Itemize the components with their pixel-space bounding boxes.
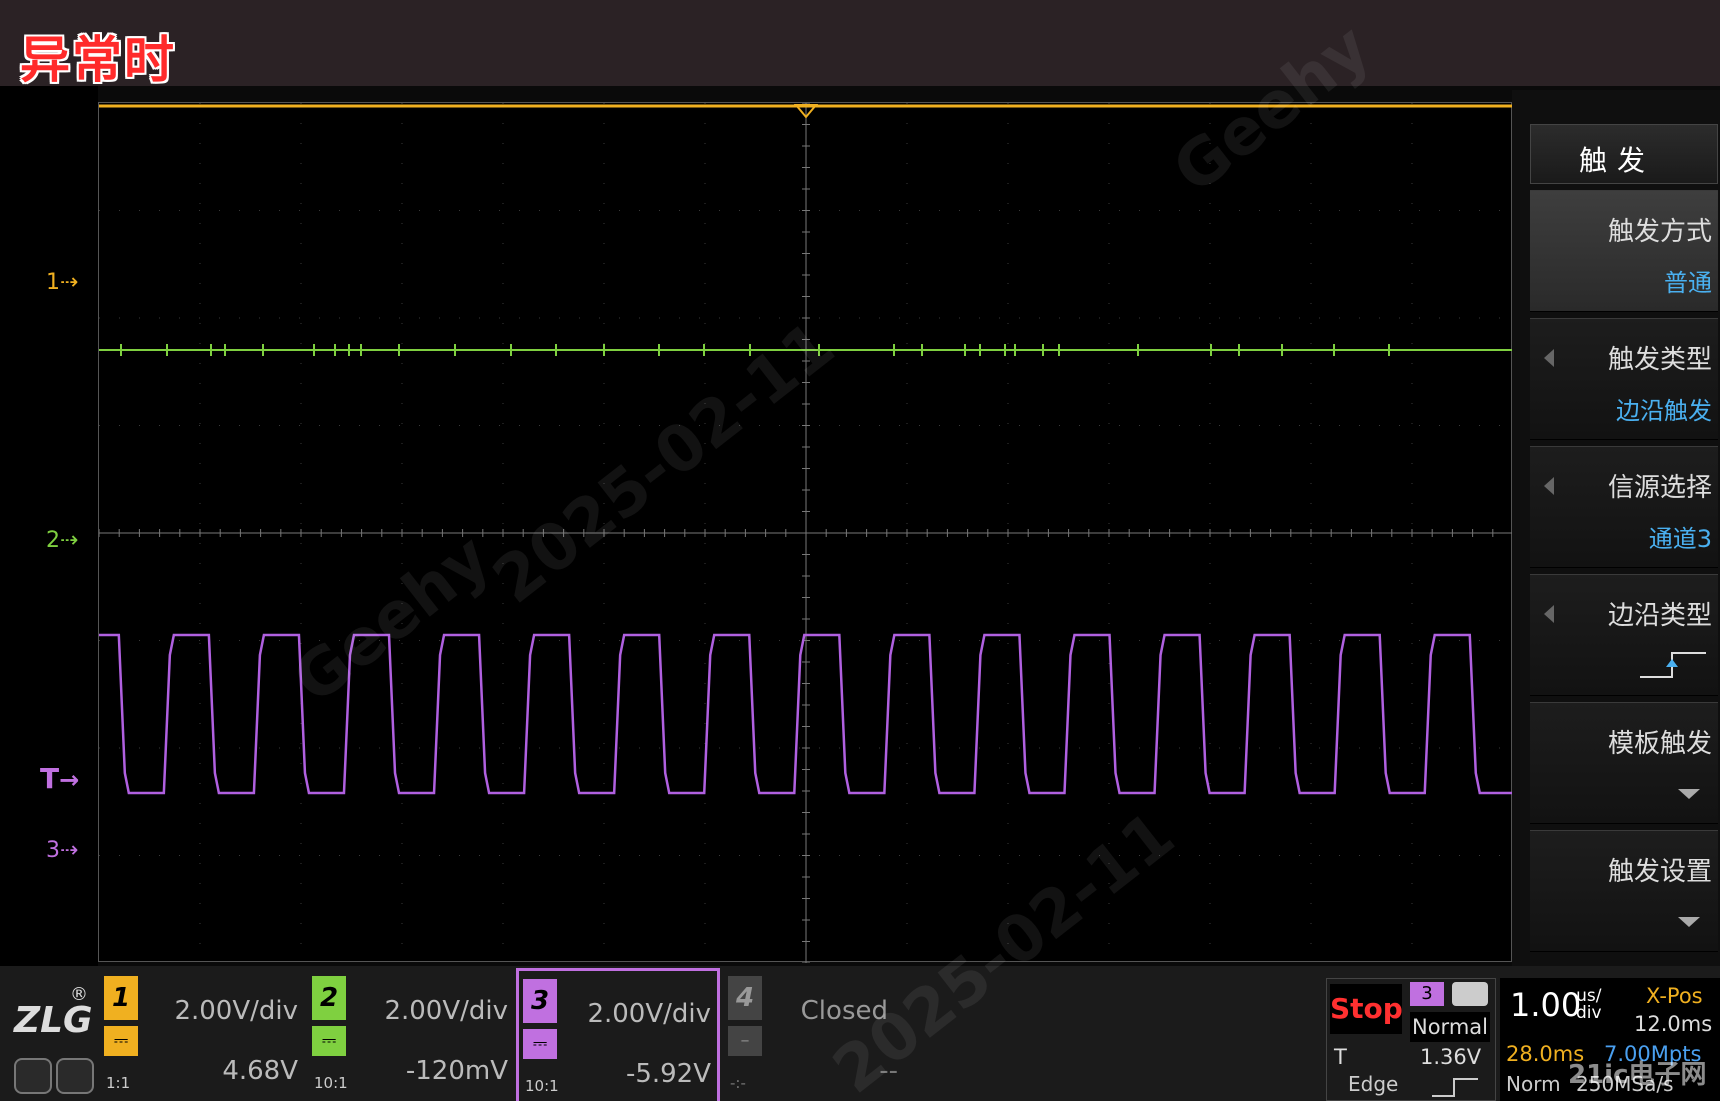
trigger-level-label: T: [1334, 1045, 1347, 1069]
rising-edge-icon: [1432, 1078, 1478, 1097]
channel-4-settings[interactable]: 4 – -:- Closed --: [724, 968, 928, 1101]
zlg-logo: ZLG: [14, 1000, 93, 1041]
arrow-right-icon: ⇢: [60, 270, 79, 295]
dc-coupling-icon: ⎓: [312, 1026, 346, 1056]
channel-2-marker[interactable]: 2⇢: [46, 528, 78, 553]
channel-2-settings[interactable]: 2 ⎓ 10:1 2.00V/div -120mV: [308, 968, 514, 1101]
timebase-unit: us/ div: [1576, 986, 1602, 1023]
channel-1-settings[interactable]: 1 ⎓ 1:1 2.00V/div 4.68V: [100, 968, 304, 1101]
trigger-level-value: 1.36V: [1420, 1045, 1482, 1069]
menu-item-source-select[interactable]: 信源选择 通道3: [1530, 446, 1718, 568]
acquisition-mode: Norm: [1506, 1072, 1561, 1096]
waveform-canvas: [99, 103, 1513, 963]
trigger-type: Edge: [1348, 1072, 1399, 1096]
dc-coupling-icon: ⎓: [523, 1029, 557, 1059]
site-watermark: 21ic电子网: [1568, 1060, 1707, 1090]
chevron-down-icon: [1678, 789, 1700, 799]
top-banner: [0, 0, 1720, 86]
arrow-right-icon: →: [59, 766, 80, 794]
arrow-right-icon: ⇢: [60, 838, 79, 863]
coupling-off-icon: –: [728, 1026, 762, 1056]
xpos-value: 12.0ms: [1634, 1012, 1713, 1036]
registered-mark: ®: [70, 984, 88, 1005]
menu-item-trigger-type[interactable]: 触发类型 边沿触发: [1530, 318, 1718, 440]
xpos-label: X-Pos: [1646, 984, 1703, 1008]
run-stop-button[interactable]: Stop: [1330, 984, 1403, 1034]
menu-item-trigger-settings[interactable]: 触发设置: [1530, 830, 1718, 952]
arrow-right-icon: ⇢: [60, 528, 79, 553]
channel-1-marker[interactable]: 1⇢: [46, 270, 78, 295]
channel-marker-strip: [0, 86, 98, 966]
trigger-mode: Normal: [1410, 1012, 1490, 1042]
trigger-coupling-icon: [1452, 982, 1488, 1006]
dc-coupling-icon: ⎓: [104, 1026, 138, 1056]
timebase-scale: 1.00: [1510, 986, 1582, 1024]
usb-icon[interactable]: [56, 1058, 94, 1094]
chevron-left-icon: [1544, 477, 1554, 495]
channel-3-settings[interactable]: 3 ⎓ 10:1 2.00V/div -5.92V: [516, 968, 720, 1101]
oscilloscope-screenshot: 异常时 1⇢ 2⇢ T→ 3⇢ 触发 触发方式 普通 触发类型 边沿触发 信源选…: [0, 0, 1720, 1101]
trigger-menu-title: 触发: [1530, 124, 1718, 184]
menu-item-trigger-mode[interactable]: 触发方式 普通: [1530, 190, 1718, 312]
chevron-left-icon: [1544, 605, 1554, 623]
waveform-display: [98, 102, 1513, 963]
chevron-down-icon: [1678, 917, 1700, 927]
probe-icon[interactable]: [14, 1058, 52, 1094]
chevron-left-icon: [1544, 349, 1554, 367]
menu-item-template-trigger[interactable]: 模板触发: [1530, 702, 1718, 824]
trigger-level-marker[interactable]: T→: [40, 762, 79, 795]
abnormal-state-label: 异常时: [20, 31, 176, 89]
channel-3-marker[interactable]: 3⇢: [46, 838, 78, 863]
rising-edge-icon: [1640, 652, 1706, 678]
trigger-source-badge: 3: [1410, 982, 1444, 1006]
menu-item-edge-type[interactable]: 边沿类型: [1530, 574, 1718, 696]
